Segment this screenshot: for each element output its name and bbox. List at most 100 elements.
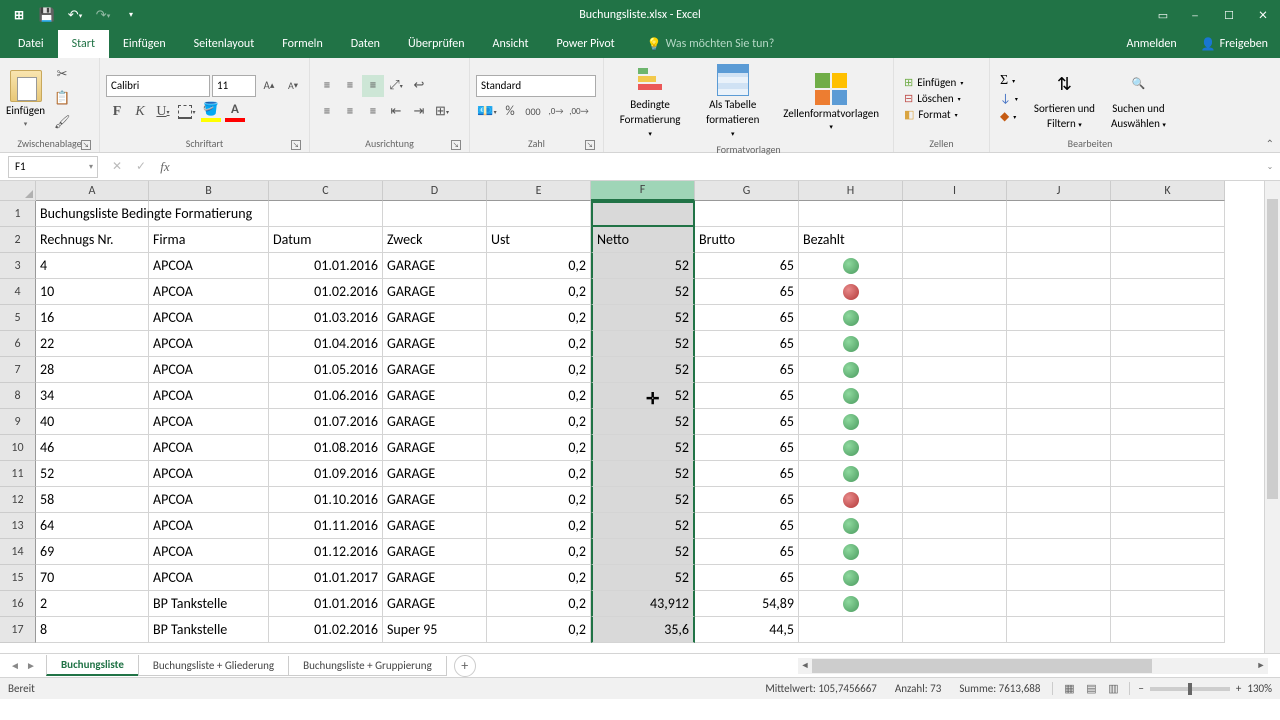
row-header[interactable]: 15 [0, 565, 36, 591]
scrollbar-thumb[interactable] [1267, 199, 1278, 499]
cell[interactable] [903, 409, 1007, 435]
cell[interactable]: APCOA [149, 513, 269, 539]
cell[interactable]: 52 [591, 279, 695, 305]
cell[interactable]: 2 [36, 591, 149, 617]
cell[interactable]: BP Tankstelle [149, 591, 269, 617]
decrease-decimal-button[interactable]: ,00→ [568, 101, 590, 123]
cell[interactable] [903, 383, 1007, 409]
font-family-select[interactable] [106, 75, 210, 97]
accounting-format-button[interactable]: 💶▾ [476, 101, 498, 123]
cell[interactable]: Super 95 [383, 617, 487, 643]
view-page-layout-button[interactable]: ▤ [1081, 682, 1101, 695]
row-header[interactable]: 17 [0, 617, 36, 643]
cell[interactable] [1111, 617, 1225, 643]
row-header[interactable]: 2 [0, 227, 36, 253]
cell[interactable]: GARAGE [383, 565, 487, 591]
cell[interactable]: 46 [36, 435, 149, 461]
column-header[interactable]: A [36, 181, 149, 201]
cell[interactable]: APCOA [149, 253, 269, 279]
cell[interactable]: 65 [695, 409, 799, 435]
cell[interactable] [1007, 305, 1111, 331]
align-bottom-button[interactable]: ≡ [362, 75, 384, 97]
cell[interactable] [903, 253, 1007, 279]
decrease-font-button[interactable]: A▾ [282, 75, 304, 97]
row-header[interactable]: 16 [0, 591, 36, 617]
cell[interactable]: 52 [591, 331, 695, 357]
cell[interactable] [903, 305, 1007, 331]
align-left-button[interactable]: ≡ [316, 101, 338, 123]
cell[interactable]: GARAGE [383, 279, 487, 305]
cell[interactable]: 0,2 [487, 539, 591, 565]
cell[interactable]: GARAGE [383, 461, 487, 487]
cell[interactable] [1007, 461, 1111, 487]
cell[interactable]: 44,5 [695, 617, 799, 643]
cell[interactable] [799, 539, 903, 565]
cell[interactable]: GARAGE [383, 305, 487, 331]
font-size-select[interactable] [212, 75, 256, 97]
cell[interactable]: 54,89 [695, 591, 799, 617]
increase-decimal-button[interactable]: ,0→ [545, 101, 567, 123]
minimize-button[interactable]: ─ [1178, 0, 1212, 30]
select-all-button[interactable] [0, 181, 36, 201]
cell[interactable]: 01.04.2016 [269, 331, 383, 357]
cell[interactable]: 0,2 [487, 513, 591, 539]
cell[interactable]: 52 [591, 305, 695, 331]
cancel-formula-button[interactable]: ✕ [106, 156, 128, 178]
align-middle-button[interactable]: ≡ [339, 75, 361, 97]
cell[interactable]: 65 [695, 565, 799, 591]
cell[interactable] [799, 487, 903, 513]
sheet-nav-prev[interactable]: ◄ [8, 659, 22, 672]
cell[interactable]: 0,2 [487, 331, 591, 357]
signin-link[interactable]: Anmelden [1115, 37, 1189, 51]
save-button[interactable]: 💾 [36, 4, 58, 26]
row-header[interactable]: 5 [0, 305, 36, 331]
cell[interactable]: 65 [695, 331, 799, 357]
cell[interactable] [1007, 487, 1111, 513]
cell[interactable]: 01.02.2016 [269, 279, 383, 305]
row-header[interactable]: 9 [0, 409, 36, 435]
cell[interactable]: 69 [36, 539, 149, 565]
cell[interactable] [903, 487, 1007, 513]
tab-formulas[interactable]: Formeln [268, 30, 336, 58]
cell[interactable] [1111, 591, 1225, 617]
cell[interactable] [799, 201, 903, 227]
cell[interactable]: APCOA [149, 305, 269, 331]
column-header[interactable]: E [487, 181, 591, 201]
cell[interactable]: 58 [36, 487, 149, 513]
cell[interactable]: 65 [695, 539, 799, 565]
cell[interactable] [1111, 409, 1225, 435]
cell[interactable] [1007, 513, 1111, 539]
cell[interactable] [799, 279, 903, 305]
cell[interactable] [695, 201, 799, 227]
cell[interactable]: 35,6 [591, 617, 695, 643]
cell[interactable]: 0,2 [487, 591, 591, 617]
cell[interactable]: APCOA [149, 383, 269, 409]
cell[interactable]: 65 [695, 513, 799, 539]
cell[interactable]: 0,2 [487, 617, 591, 643]
cell[interactable] [903, 461, 1007, 487]
row-header[interactable]: 12 [0, 487, 36, 513]
expand-formula-bar[interactable]: ⌄ [1260, 162, 1280, 172]
sheet-tab-active[interactable]: Buchungsliste [46, 655, 139, 676]
tab-data[interactable]: Daten [337, 30, 394, 58]
cell[interactable]: 22 [36, 331, 149, 357]
cell[interactable]: 4 [36, 253, 149, 279]
ribbon-display-options[interactable]: ▭ [1148, 0, 1178, 30]
cell[interactable]: APCOA [149, 461, 269, 487]
column-header[interactable]: H [799, 181, 903, 201]
cell[interactable]: 16 [36, 305, 149, 331]
tab-file[interactable]: Datei [4, 30, 58, 58]
cell[interactable]: 10 [36, 279, 149, 305]
font-launcher[interactable]: ↘ [291, 140, 301, 150]
collapse-ribbon-button[interactable]: ⌃ [1266, 137, 1274, 150]
zoom-out-button[interactable]: − [1138, 682, 1143, 695]
paste-button[interactable]: Einfügen ▾ [6, 70, 49, 128]
column-header[interactable]: I [903, 181, 1007, 201]
cell[interactable]: 65 [695, 279, 799, 305]
cell[interactable] [903, 435, 1007, 461]
cell[interactable] [149, 201, 269, 227]
cell[interactable] [1007, 409, 1111, 435]
cell[interactable]: APCOA [149, 435, 269, 461]
cell[interactable] [1111, 227, 1225, 253]
cell[interactable] [1007, 591, 1111, 617]
